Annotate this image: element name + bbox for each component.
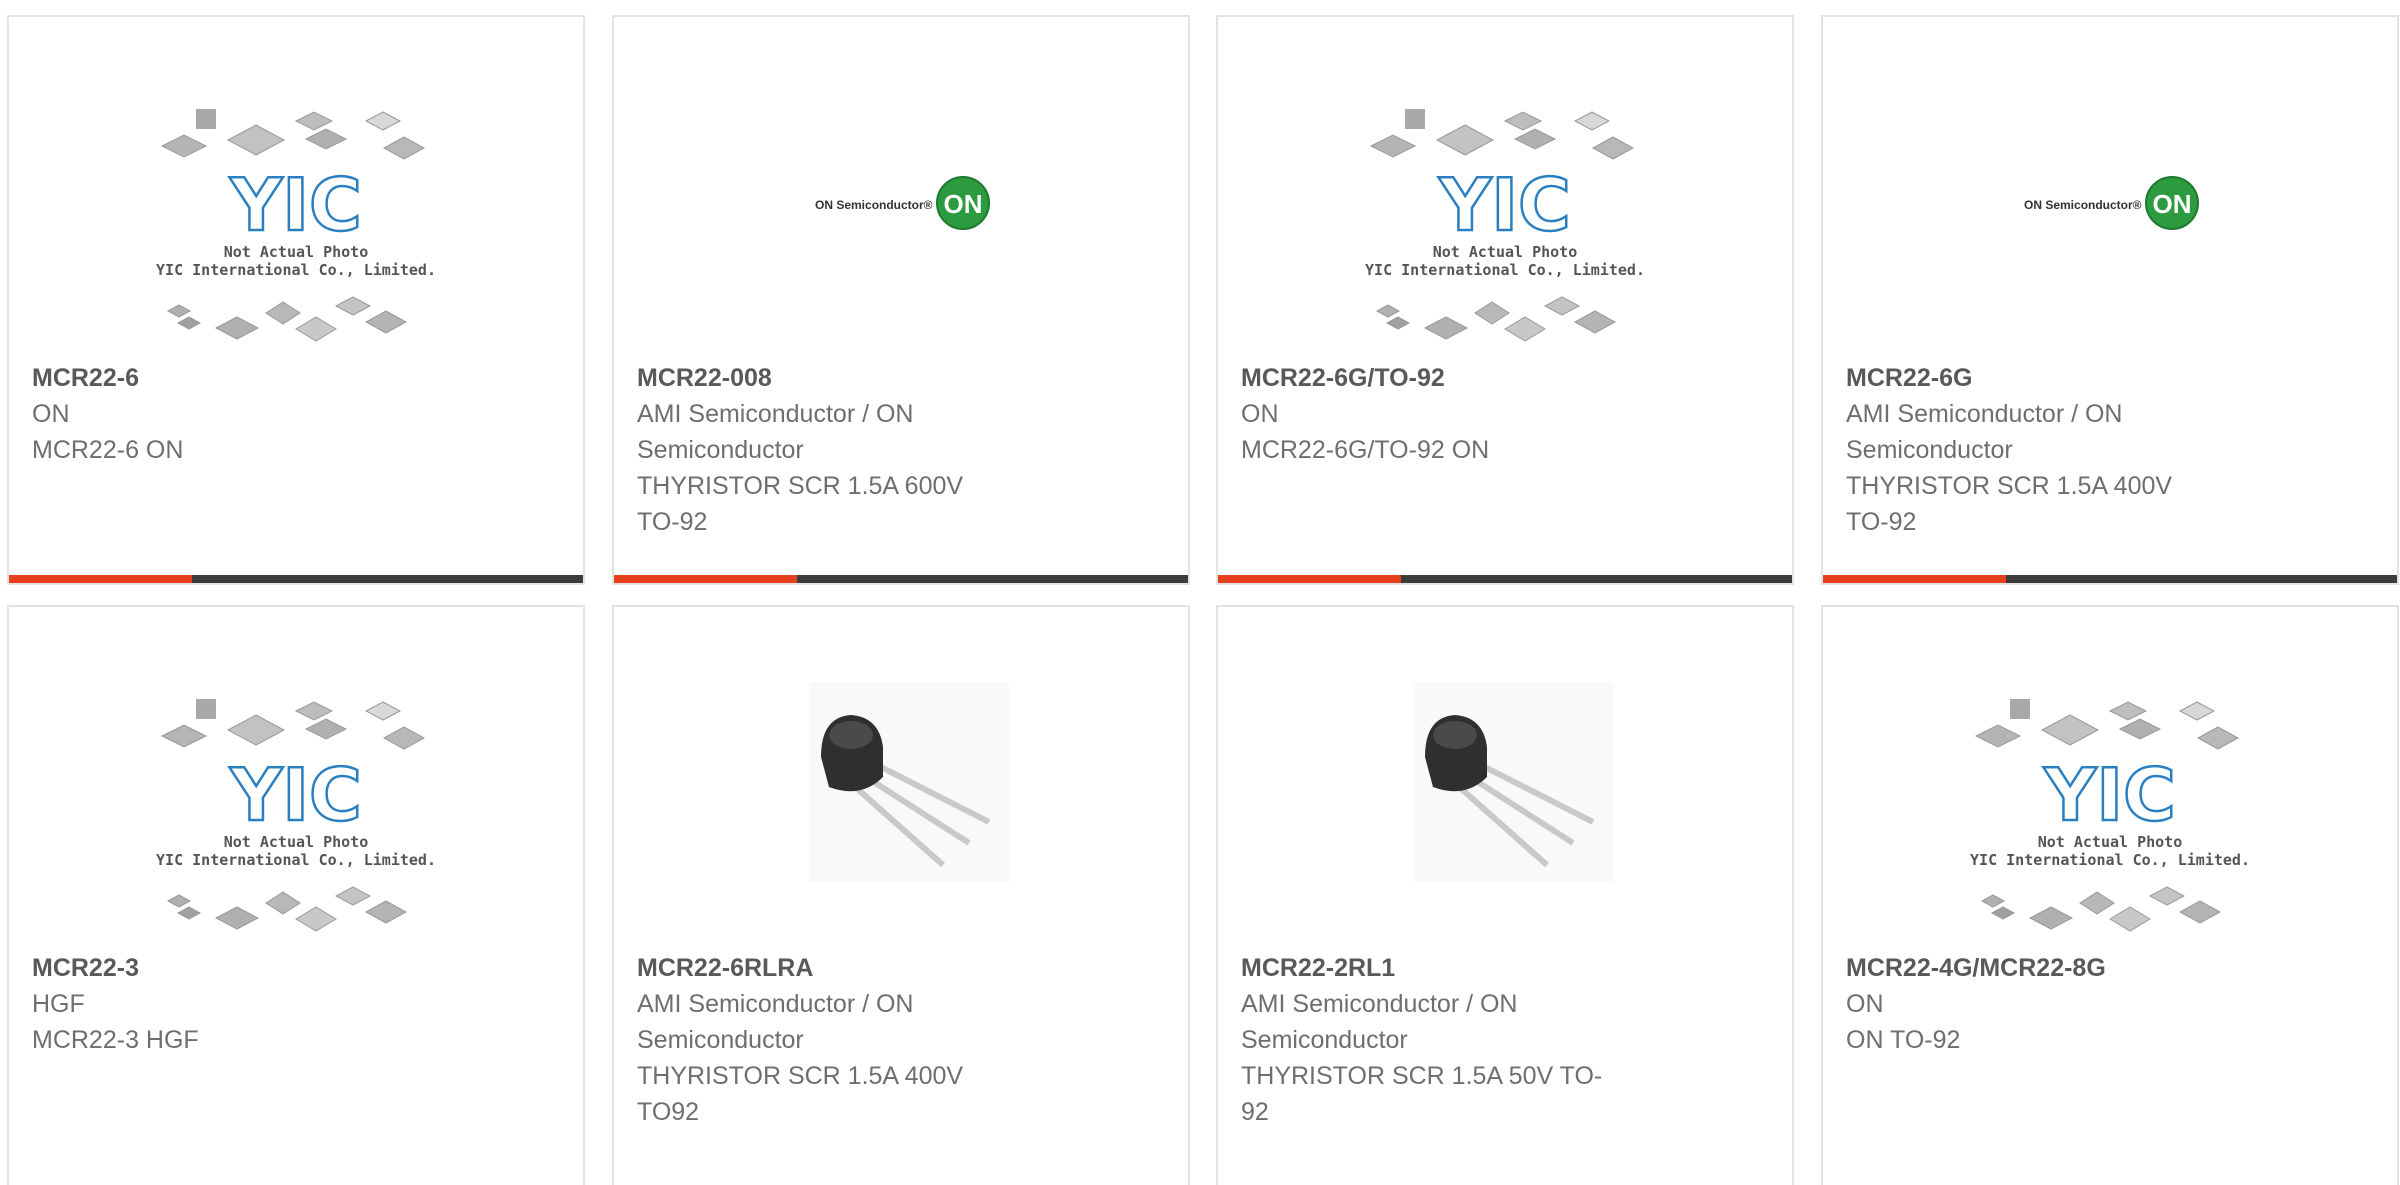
- product-info: MCR22-6G/TO-92 ON MCR22-6G/TO-92 ON: [1241, 360, 1661, 468]
- product-info: MCR22-6RLRA AMI Semiconductor / ON Semicon…: [637, 950, 1057, 1130]
- product-image[interactable]: [614, 607, 1188, 947]
- product-description: MCR22-6 ON: [32, 436, 184, 464]
- product-description: MCR22-6G/TO-92 ON: [1241, 436, 1490, 464]
- product-description: THYRISTOR SCR 1.5A 400V: [637, 1062, 964, 1090]
- card-accent-bar: [614, 575, 797, 583]
- to92-transistor-photo: [809, 682, 1009, 882]
- product-name[interactable]: MCR22-6: [32, 360, 452, 396]
- product-manufacturer: AMI Semiconductor / ON: [1846, 400, 2123, 428]
- product-description: TO-92: [637, 508, 708, 536]
- placeholder-company: YIC International Co., Limited.: [156, 261, 436, 279]
- product-description: Semiconductor: [637, 1026, 804, 1054]
- yic-placeholder-image: YICNot Actual PhotoYIC International Co.…: [156, 699, 436, 932]
- product-description: TO92: [637, 1098, 700, 1126]
- product-image[interactable]: YIC Not Actual Photo YIC International Co.…: [1218, 17, 1792, 357]
- product-manufacturer: AMI Semiconductor / ON: [637, 400, 914, 428]
- card-bottom-bar: [1823, 575, 2397, 583]
- product-manufacturer: AMI Semiconductor / ON: [1241, 990, 1518, 1018]
- yic-placeholder-image: YICNot Actual PhotoYIC International Co.…: [156, 109, 436, 342]
- placeholder-company: YIC International Co., Limited.: [1365, 261, 1645, 279]
- product-info: MCR22-008 AMI Semiconductor / ON Semicondu…: [637, 360, 1057, 540]
- product-name[interactable]: MCR22-3: [32, 950, 452, 986]
- product-name[interactable]: MCR22-6RLRA: [637, 950, 1057, 986]
- product-card[interactable]: YIC Not Actual Photo YIC International Co.…: [1821, 605, 2399, 1185]
- product-grid: YIC Not Actual Photo YIC International Co.…: [0, 0, 2400, 1185]
- product-manufacturer: ON: [1846, 990, 1884, 1018]
- on-semiconductor-logo: ON Semiconductor® ON: [815, 176, 990, 230]
- yic-logo: YIC: [229, 163, 362, 247]
- product-manufacturer: HGF: [32, 990, 85, 1018]
- yic-logo: YIC: [1438, 163, 1571, 247]
- product-description: 92: [1241, 1098, 1269, 1126]
- product-card[interactable]: ON Semiconductor® ON MCR22-008 AMI Semicond…: [612, 15, 1190, 585]
- card-bottom-bar: [614, 575, 1188, 583]
- product-image[interactable]: YIC Not Actual Photo YIC International Co.…: [9, 607, 583, 947]
- product-name[interactable]: MCR22-6G/TO-92: [1241, 360, 1661, 396]
- product-description: MCR22-3 HGF: [32, 1026, 199, 1054]
- card-accent-bar: [9, 575, 192, 583]
- product-info: MCR22-2RL1 AMI Semiconductor / ON Semicond…: [1241, 950, 1661, 1130]
- product-description: THYRISTOR SCR 1.5A 50V TO-: [1241, 1062, 1603, 1090]
- on-badge: ON: [944, 189, 983, 219]
- product-description: Semiconductor: [1846, 436, 2013, 464]
- product-name[interactable]: MCR22-2RL1: [1241, 950, 1661, 986]
- product-image[interactable]: YIC Not Actual Photo YIC International Co.…: [9, 17, 583, 357]
- product-info: MCR22-6 ON MCR22-6 ON: [32, 360, 452, 468]
- product-manufacturer: ON: [32, 400, 70, 428]
- product-info: MCR22-4G/MCR22-8G ON ON TO-92: [1846, 950, 2266, 1058]
- product-description: THYRISTOR SCR 1.5A 600V: [637, 472, 964, 500]
- product-card[interactable]: YIC Not Actual Photo YIC International Co.…: [7, 15, 585, 585]
- product-info: MCR22-6G AMI Semiconductor / ON Semiconduc…: [1846, 360, 2266, 540]
- product-manufacturer: AMI Semiconductor / ON: [637, 990, 914, 1018]
- product-card[interactable]: ON Semiconductor® ON MCR22-6G AMI Semicondu…: [1821, 15, 2399, 585]
- card-accent-bar: [1823, 575, 2006, 583]
- product-name[interactable]: MCR22-6G: [1846, 360, 2266, 396]
- on-wordmark: ON Semiconductor®: [815, 198, 933, 212]
- product-name[interactable]: MCR22-008: [637, 360, 1057, 396]
- placeholder-note: Not Actual Photo: [224, 243, 369, 261]
- product-image[interactable]: YIC Not Actual Photo YIC International Co.…: [1823, 607, 2397, 947]
- placeholder-company: YIC International Co., Limited.: [156, 851, 436, 869]
- product-description: Semiconductor: [1241, 1026, 1408, 1054]
- product-image[interactable]: ON Semiconductor® ON: [614, 17, 1188, 357]
- on-semiconductor-logo: ON Semiconductor® ON: [2024, 176, 2199, 230]
- product-card[interactable]: YIC Not Actual Photo YIC International Co.…: [7, 605, 585, 1185]
- yic-logo: YIC: [229, 753, 362, 837]
- card-accent-bar: [1218, 575, 1401, 583]
- product-card[interactable]: YIC Not Actual Photo YIC International Co.…: [1216, 15, 1794, 585]
- product-description: THYRISTOR SCR 1.5A 400V: [1846, 472, 2173, 500]
- product-description: ON TO-92: [1846, 1026, 1961, 1054]
- product-name[interactable]: MCR22-4G/MCR22-8G: [1846, 950, 2266, 986]
- on-wordmark: ON Semiconductor®: [2024, 198, 2142, 212]
- on-badge: ON: [2153, 189, 2192, 219]
- product-card[interactable]: MCR22-6RLRA AMI Semiconductor / ON Semicon…: [612, 605, 1190, 1185]
- placeholder-note: Not Actual Photo: [224, 833, 369, 851]
- yic-logo: YIC: [2043, 753, 2176, 837]
- placeholder-note: Not Actual Photo: [2038, 833, 2183, 851]
- product-info: MCR22-3 HGF MCR22-3 HGF: [32, 950, 452, 1058]
- to92-transistor-photo: [1413, 682, 1613, 882]
- product-image[interactable]: ON Semiconductor® ON: [1823, 17, 2397, 357]
- yic-placeholder-image: YICNot Actual PhotoYIC International Co.…: [1365, 109, 1645, 342]
- card-bottom-bar: [9, 575, 583, 583]
- product-description: Semiconductor: [637, 436, 804, 464]
- product-description: TO-92: [1846, 508, 1917, 536]
- product-image[interactable]: [1218, 607, 1792, 947]
- placeholder-note: Not Actual Photo: [1433, 243, 1578, 261]
- placeholder-company: YIC International Co., Limited.: [1970, 851, 2250, 869]
- yic-placeholder-image: YICNot Actual PhotoYIC International Co.…: [1970, 699, 2250, 932]
- product-card[interactable]: MCR22-2RL1 AMI Semiconductor / ON Semicond…: [1216, 605, 1794, 1185]
- card-bottom-bar: [1218, 575, 1792, 583]
- product-manufacturer: ON: [1241, 400, 1279, 428]
